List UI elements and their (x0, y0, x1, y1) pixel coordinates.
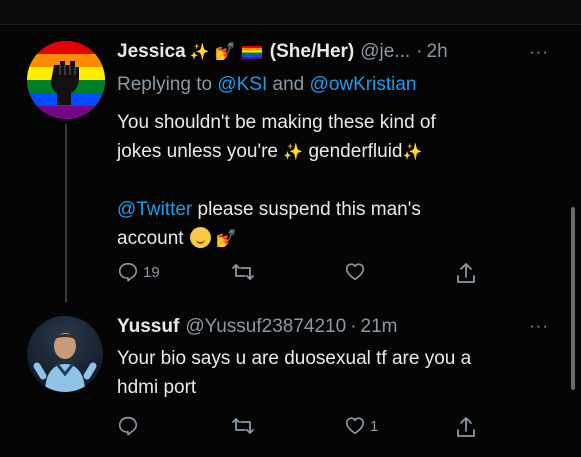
reply-icon (118, 416, 138, 436)
share-icon (457, 417, 475, 437)
player-photo-icon (33, 333, 97, 392)
text-line-5-text: account (117, 228, 184, 249)
tweet-text: You shouldn't be making these kind of jo… (117, 108, 436, 253)
twitter-thread-screen: Jessica ✨ 💅 (She/Her) @je... · 2h ··· Re… (0, 0, 581, 457)
retweet-button[interactable] (231, 261, 255, 283)
timestamp[interactable]: 2h (427, 41, 448, 63)
tweet-yussuf[interactable]: Yussuf @Yussuf23874210 · 21m ··· Your bi… (0, 302, 581, 457)
display-name[interactable]: Yussuf (117, 316, 179, 338)
more-icon[interactable]: ··· (529, 42, 549, 62)
sparkles-emoji: ✨ (283, 144, 304, 161)
reply-button[interactable] (117, 415, 139, 437)
sparkles-emoji: ✨ (402, 144, 423, 161)
display-name[interactable]: Jessica (117, 41, 186, 63)
share-icon (457, 263, 475, 283)
text-line-4-rest: please suspend this man's (192, 199, 421, 220)
replying-to-and: and (267, 74, 310, 95)
tweet-actions: 19 (117, 261, 497, 285)
thread-connector-line (65, 124, 67, 302)
share-button[interactable] (455, 261, 477, 285)
like-button[interactable] (344, 261, 366, 283)
retweet-button[interactable] (231, 415, 255, 437)
relieved-face-emoji (189, 227, 211, 248)
pronouns: (She/Her) (269, 41, 355, 62)
sparkles-emoji: ✨ (189, 44, 210, 61)
more-icon[interactable]: ··· (529, 316, 549, 336)
heart-icon (345, 417, 365, 435)
mention-ksi[interactable]: @KSI (217, 74, 267, 95)
like-count: 1 (370, 417, 379, 435)
avatar[interactable] (27, 41, 105, 119)
tweet-actions: 1 (117, 415, 497, 439)
replying-to: Replying to @KSI and @owKristian (117, 74, 416, 96)
text-line-1: Your bio says u are duosexual tf are you… (117, 348, 472, 369)
user-handle[interactable]: @je... (360, 41, 410, 63)
separator-dot: · (350, 316, 357, 337)
separator-dot: · (416, 41, 423, 62)
text-line-2: hdmi port (117, 377, 197, 398)
nail-polish-emoji: 💅 (215, 229, 237, 248)
rainbow-flag-emoji (241, 45, 262, 59)
tweet-header: Jessica ✨ 💅 (She/Her) @je... · 2h (117, 41, 448, 63)
retweet-icon (232, 264, 254, 280)
avatar[interactable] (27, 316, 103, 392)
replying-to-label: Replying to (117, 74, 218, 95)
reply-button[interactable]: 19 (117, 261, 160, 283)
share-button[interactable] (455, 415, 477, 439)
tweet-text: Your bio says u are duosexual tf are you… (117, 344, 471, 402)
timestamp[interactable]: 21m (361, 316, 398, 338)
heart-icon (345, 263, 365, 281)
mention-twitter[interactable]: @Twitter (117, 199, 192, 220)
nail-polish-emoji: 💅 (214, 42, 236, 61)
raised-fist-icon (51, 61, 79, 105)
text-line-2-part-1: jokes unless you're (117, 141, 284, 162)
reply-icon (118, 262, 138, 282)
text-line-4: @Twitter please suspend this man's (117, 195, 436, 224)
scrollbar[interactable] (571, 207, 575, 390)
like-button[interactable]: 1 (344, 415, 378, 437)
retweet-icon (232, 418, 254, 434)
text-line-2-part-2: genderfluid (308, 141, 403, 162)
mention-owkristian[interactable]: @owKristian (310, 74, 417, 95)
user-handle[interactable]: @Yussuf23874210 (185, 316, 346, 338)
tweet-jessica[interactable]: Jessica ✨ 💅 (She/Her) @je... · 2h ··· Re… (0, 24, 581, 302)
tweet-header: Yussuf @Yussuf23874210 · 21m (117, 316, 397, 338)
reply-count: 19 (143, 263, 160, 281)
previous-tweet-edge (0, 0, 581, 25)
text-line-5: account 💅 (117, 224, 436, 253)
text-line-1: You shouldn't be making these kind of (117, 112, 436, 133)
text-line-2: jokes unless you're ✨ genderfluid✨ (117, 137, 436, 166)
